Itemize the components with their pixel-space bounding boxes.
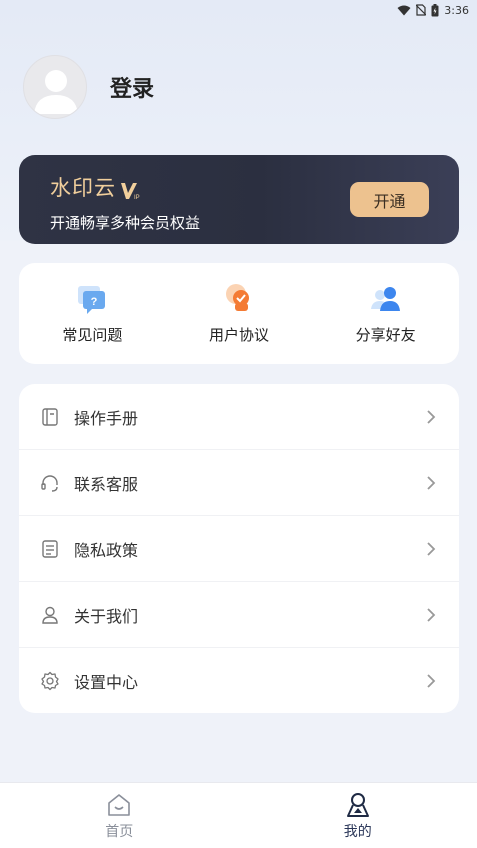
menu-label: 联系客服: [74, 474, 139, 494]
chevron-right-icon: [425, 409, 437, 425]
vip-title: 水印云 IP: [50, 172, 142, 202]
battery-icon: [431, 3, 439, 16]
quick-action-label: 用户协议: [209, 326, 270, 344]
bottom-nav: 首页 我的: [0, 782, 477, 848]
profile-header[interactable]: 登录: [23, 55, 154, 119]
chevron-right-icon: [425, 541, 437, 557]
nav-tab-home[interactable]: 首页: [0, 783, 239, 848]
menu-item-customer-service[interactable]: 联系客服: [19, 450, 459, 516]
quick-action-label: 分享好友: [355, 326, 416, 344]
user-agreement-icon: [226, 284, 249, 311]
quick-actions-card: ? 常见问题 用户协议 分享好友: [19, 263, 459, 364]
menu-item-about-us[interactable]: 关于我们: [19, 582, 459, 648]
headset-icon: [40, 473, 60, 493]
quick-action-label: 常见问题: [62, 326, 123, 344]
menu-label: 隐私政策: [74, 540, 139, 560]
vip-open-button[interactable]: 开通: [350, 182, 429, 217]
menu-item-manual[interactable]: 操作手册: [19, 384, 459, 450]
user-icon: [40, 605, 60, 625]
quick-action-faq[interactable]: ? 常见问题: [19, 263, 166, 364]
share-friends-icon: [370, 287, 400, 311]
profile-screen: 3:36 登录 水印云 IP 开通畅享多种会员权益 开通 ? 常见问题 用户协议…: [0, 0, 477, 848]
nav-tab-mine[interactable]: 我的: [239, 783, 477, 848]
chevron-right-icon: [425, 673, 437, 689]
profile-compass-icon: [346, 793, 369, 817]
quick-action-user-agreement[interactable]: 用户协议: [166, 263, 313, 364]
wifi-icon: [397, 5, 411, 15]
login-label[interactable]: 登录: [110, 71, 154, 103]
settings-menu: 操作手册 联系客服 隐私政策 关于我们 设置中心: [19, 384, 459, 713]
menu-label: 操作手册: [74, 408, 139, 428]
vip-card[interactable]: 水印云 IP 开通畅享多种会员权益 开通: [19, 155, 459, 244]
home-icon: [108, 794, 131, 816]
no-sim-icon: [416, 4, 427, 16]
svg-text:?: ?: [91, 296, 98, 308]
menu-label: 关于我们: [74, 606, 139, 626]
gear-icon: [40, 671, 60, 691]
svg-text:IP: IP: [134, 195, 140, 200]
menu-label: 设置中心: [74, 673, 139, 692]
chevron-right-icon: [425, 607, 437, 623]
manual-icon: [40, 407, 60, 427]
menu-item-settings[interactable]: 设置中心: [19, 648, 459, 713]
chevron-right-icon: [425, 475, 437, 491]
nav-label-home: 首页: [105, 824, 134, 840]
faq-chat-icon: ?: [78, 286, 106, 314]
status-bar: 3:36: [0, 0, 477, 20]
vip-subtitle: 开通畅享多种会员权益: [50, 214, 201, 232]
status-time: 3:36: [444, 3, 469, 17]
vip-badge-icon: IP: [121, 183, 140, 200]
vip-title-text: 水印云: [50, 176, 116, 200]
default-avatar-icon[interactable]: [23, 55, 87, 119]
quick-action-share-friends[interactable]: 分享好友: [312, 263, 459, 364]
document-icon: [40, 539, 60, 559]
menu-item-privacy-policy[interactable]: 隐私政策: [19, 516, 459, 582]
nav-label-mine: 我的: [343, 824, 372, 840]
